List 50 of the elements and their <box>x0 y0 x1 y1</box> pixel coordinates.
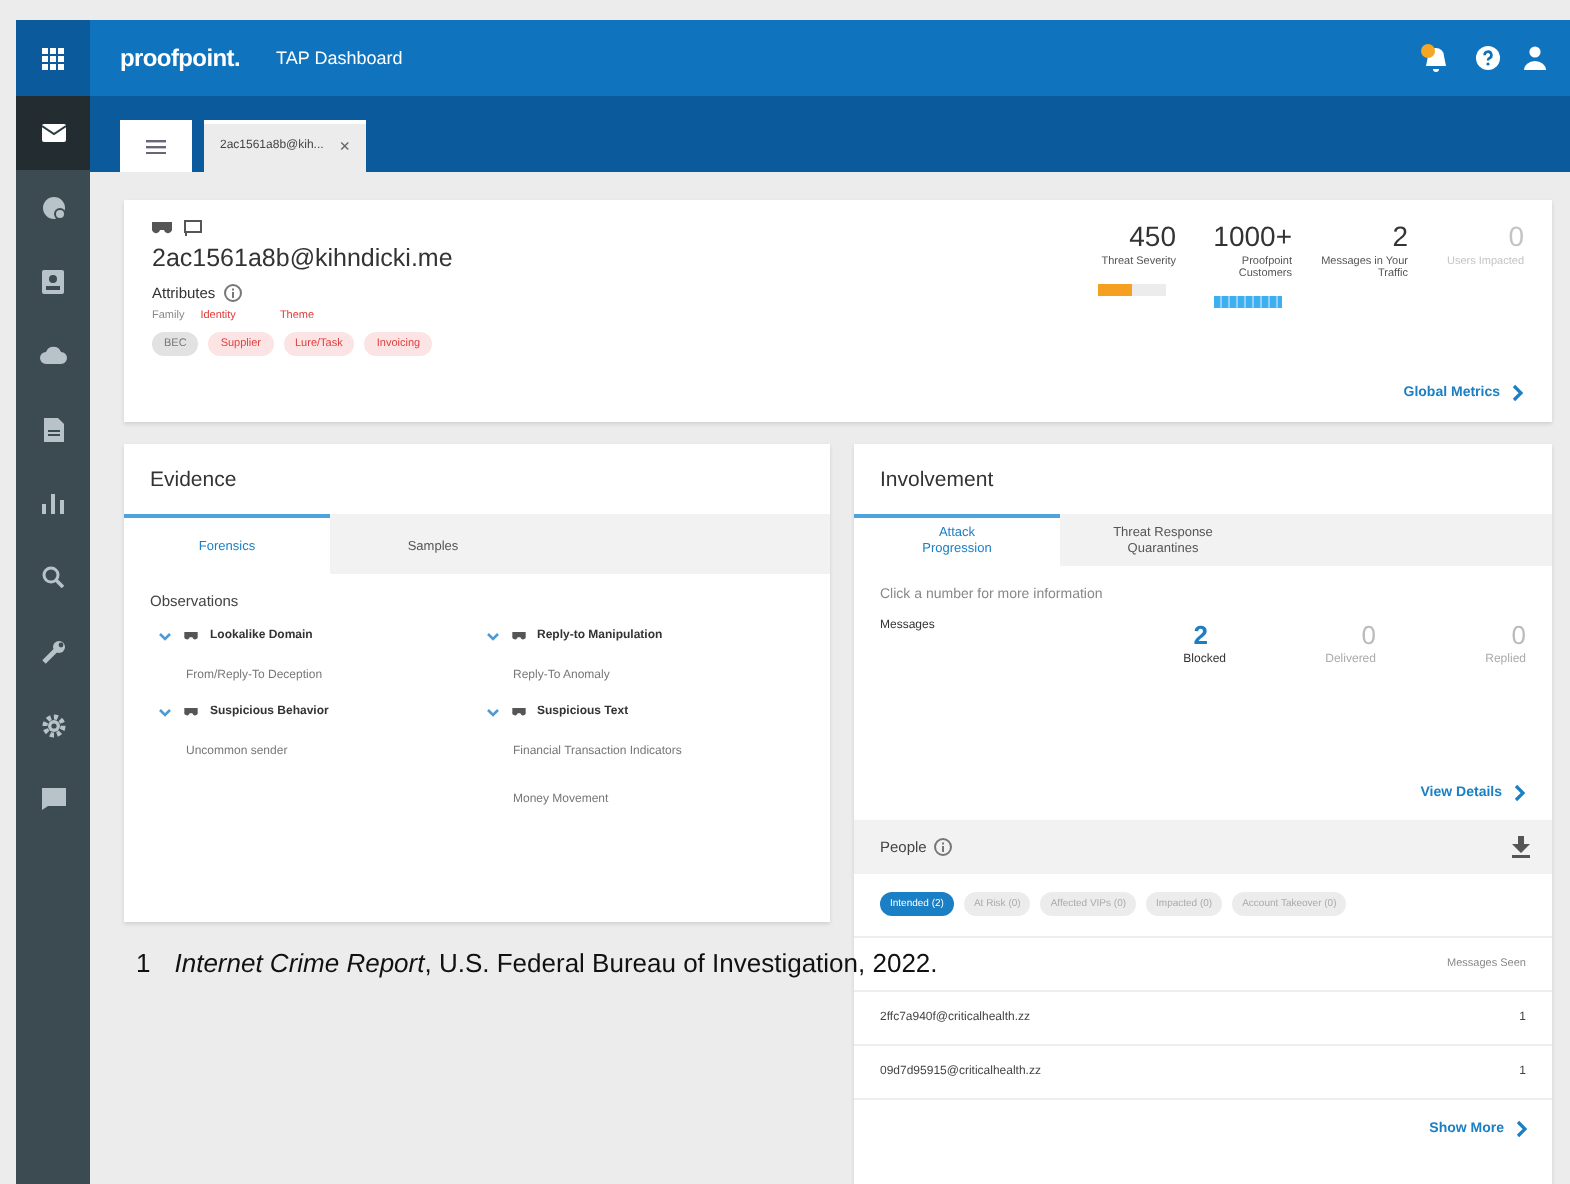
metric-value: 0 <box>1508 220 1524 252</box>
list-icon <box>146 139 166 153</box>
message-icon <box>41 788 65 810</box>
info-icon[interactable] <box>223 284 242 302</box>
list-tab[interactable] <box>120 120 192 172</box>
brand-logo[interactable]: proofpoint. <box>120 44 241 72</box>
count-value: 0 <box>1511 619 1526 650</box>
search-icon <box>42 566 64 588</box>
metric-value: 450 <box>1129 220 1176 252</box>
close-icon[interactable]: × <box>339 136 351 156</box>
metric-bar <box>1214 296 1282 308</box>
footnote-number: 1 <box>136 948 151 978</box>
document-icon <box>43 417 63 441</box>
card-title: Involvement <box>878 466 996 496</box>
count-value: 0 <box>1361 619 1376 650</box>
notification-bell-icon[interactable] <box>1420 43 1452 73</box>
chevron-down-icon[interactable] <box>158 631 172 641</box>
sidebar-item[interactable] <box>16 96 90 170</box>
metric-bar <box>1098 284 1166 296</box>
threat-email: 2ac1561a8b@kihndicki.me <box>152 244 455 272</box>
globe-icon <box>41 195 65 219</box>
cloud-icon <box>39 346 67 364</box>
chevron-down-icon[interactable] <box>485 631 499 641</box>
metric-value: 1000+ <box>1213 220 1292 252</box>
mask-icon <box>184 708 198 716</box>
count-value[interactable]: 2 <box>1193 619 1208 650</box>
settings-icon <box>41 713 65 737</box>
app-title: TAP Dashboard <box>276 48 403 68</box>
metric-value: 2 <box>1392 220 1408 252</box>
apps-grid-icon[interactable] <box>42 47 64 69</box>
download-icon[interactable] <box>1512 836 1530 858</box>
info-icon[interactable] <box>934 838 953 856</box>
mask-icon <box>511 708 525 716</box>
wrench-icon <box>41 639 65 663</box>
chevron-down-icon[interactable] <box>485 707 499 717</box>
chevron-right-icon <box>1512 384 1524 402</box>
card-title: Evidence <box>148 466 239 496</box>
bar-chart-icon <box>42 493 64 513</box>
help-icon[interactable] <box>1476 46 1500 70</box>
chevron-down-icon[interactable] <box>158 707 172 717</box>
chevron-right-icon <box>1514 784 1526 802</box>
footnote-text: Internet Crime Report, U.S. Federal Bureau of Investigation, 2022. <box>174 948 938 978</box>
mask-icon <box>152 222 172 234</box>
flag-icon <box>184 220 202 236</box>
mask-icon <box>184 632 198 640</box>
user-icon[interactable] <box>1524 46 1546 70</box>
mail-icon <box>41 124 65 142</box>
mask-icon <box>511 632 525 640</box>
contact-card-icon <box>42 269 64 293</box>
chevron-right-icon <box>1516 1120 1528 1138</box>
